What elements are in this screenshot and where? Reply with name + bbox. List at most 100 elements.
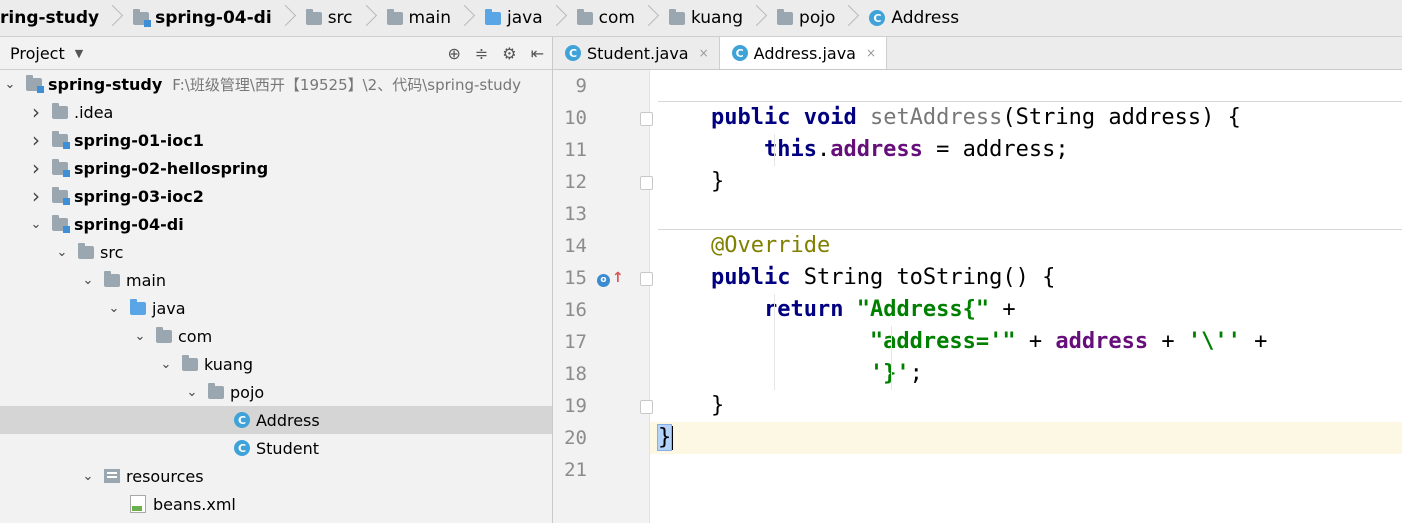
gear-icon[interactable]: ⚙ [502, 44, 516, 63]
indent-guide [774, 134, 775, 166]
breadcrumb-separator-icon [841, 0, 855, 36]
chevron-down-icon[interactable]: ⌄ [82, 469, 94, 484]
editor-tab[interactable]: C Student.java × [553, 37, 720, 69]
breadcrumb-item[interactable]: pojo [771, 0, 863, 36]
tree-item-label: spring-02-hellospring [74, 158, 269, 178]
editor-tab[interactable]: C Address.java × [719, 37, 888, 69]
tree-item[interactable]: ⌄ java [0, 294, 552, 322]
code-line[interactable] [650, 454, 1402, 486]
line-number: 13 [564, 203, 587, 225]
tree-item-label: pojo [230, 382, 265, 402]
chevron-down-icon[interactable]: ⌄ [30, 217, 42, 232]
chevron-down-icon[interactable]: ⌄ [108, 301, 120, 316]
override-method-icon[interactable]: o ↑ [597, 270, 624, 287]
breadcrumb-item[interactable]: ring-study [0, 0, 127, 36]
close-icon[interactable]: × [699, 46, 709, 60]
project-panel-title[interactable]: Project [10, 44, 65, 63]
folder-icon [305, 8, 322, 25]
code-line[interactable] [650, 198, 1402, 230]
chevron-right-icon[interactable]: › [30, 156, 42, 180]
chevron-down-icon[interactable]: ⌄ [186, 385, 198, 400]
line-number: 15 [564, 267, 587, 289]
chevron-down-icon[interactable]: ⌄ [82, 273, 94, 288]
line-number: 12 [564, 171, 587, 193]
chevron-down-icon[interactable]: ⌄ [4, 77, 16, 92]
code-line[interactable]: } [650, 166, 1402, 198]
tree-item-label: spring-04-di [74, 214, 184, 234]
code-editor[interactable]: C Student.java × C Address.java × 9 10 11 12 13 14… [553, 37, 1402, 523]
tree-item[interactable]: ⌄ spring-04-di [0, 210, 552, 238]
code-line[interactable]: public void setAddress(String address) { [650, 102, 1402, 134]
editor-gutter: 9 10 11 12 13 14 15 16 17 18 19 20 21 o ↑ [553, 70, 653, 523]
code-line-text: '}'; [869, 361, 923, 386]
hide-panel-icon[interactable]: ⇤ [531, 44, 544, 63]
tree-item[interactable]: ⌄ main [0, 266, 552, 294]
project-header[interactable]: Project ▼ ⊕ ≑ ⚙ ⇤ [0, 37, 552, 70]
chevron-down-icon[interactable]: ⌄ [160, 357, 172, 372]
code-line[interactable]: return "Address{" + [650, 294, 1402, 326]
text-caret [671, 426, 674, 450]
folder-icon [78, 242, 94, 259]
code-line-text: } [658, 393, 725, 418]
tree-item-label: Student [256, 438, 319, 458]
folder-icon [182, 354, 198, 371]
folder-icon [576, 8, 593, 25]
breadcrumb-label: main [408, 8, 451, 28]
chevron-down-icon[interactable]: ⌄ [56, 245, 68, 260]
breadcrumb-separator-icon [105, 0, 119, 36]
chevron-down-icon[interactable]: ⌄ [134, 329, 146, 344]
breadcrumb-item[interactable]: com [571, 0, 663, 36]
chevron-right-icon[interactable]: › [30, 100, 42, 124]
breadcrumb: ring-study spring-04-di src main java com kuan… [0, 0, 1402, 37]
breadcrumb-label: pojo [799, 8, 836, 28]
locate-icon[interactable]: ⊕ [447, 44, 460, 63]
breadcrumb-item[interactable]: src [300, 0, 381, 36]
breadcrumb-item[interactable]: kuang [663, 0, 771, 36]
tree-item[interactable]: ⌄ pojo [0, 378, 552, 406]
code-line-text: } [658, 169, 725, 194]
breadcrumb-separator-icon [278, 0, 292, 36]
code-line[interactable]: "address='" + address + '\'' + [650, 326, 1402, 358]
module-folder-icon [133, 8, 152, 27]
breadcrumb-label: Address [891, 8, 960, 28]
code-line[interactable]: this.address = address; [650, 134, 1402, 166]
tree-item[interactable]: ›CStudent [0, 434, 552, 462]
code-line[interactable]: } [650, 390, 1402, 422]
source-folder-icon [485, 8, 501, 25]
tree-item[interactable]: ›CAddress [0, 406, 552, 434]
tree-item[interactable]: ⌄ kuang [0, 350, 552, 378]
breadcrumb-item[interactable]: spring-04-di [127, 0, 300, 36]
tree-item[interactable]: › .idea [0, 98, 552, 126]
breadcrumb-separator-icon [359, 0, 373, 36]
breadcrumb-separator-icon [641, 0, 655, 36]
code-line-text: return "Address{" + [763, 297, 1016, 322]
chevron-right-icon[interactable]: › [30, 184, 42, 208]
tree-item[interactable]: ⌄ spring-study F:\班级管理\西开【19525】\2、代码\spri… [0, 70, 552, 98]
code-line[interactable]: '}'; [650, 358, 1402, 390]
code-line[interactable]: public String toString() { [650, 262, 1402, 294]
tree-item[interactable]: ⌄ com [0, 322, 552, 350]
tree-item[interactable]: › spring-03-ioc2 [0, 182, 552, 210]
chevron-right-icon[interactable]: › [30, 128, 42, 152]
line-number: 10 [564, 107, 587, 129]
breadcrumb-item[interactable]: java [479, 0, 571, 36]
tree-item[interactable]: ›beans.xml [0, 490, 552, 518]
chevron-down-icon[interactable]: ▼ [75, 47, 83, 60]
tree-item[interactable]: ⌄ src [0, 238, 552, 266]
code-line[interactable] [650, 70, 1402, 102]
line-number: 18 [564, 363, 587, 385]
breadcrumb-label: spring-04-di [155, 8, 272, 28]
close-icon[interactable]: × [866, 46, 876, 60]
xml-file-icon [130, 495, 146, 513]
tree-item[interactable]: › spring-02-hellospring [0, 154, 552, 182]
breadcrumb-item[interactable]: main [381, 0, 479, 36]
collapse-all-icon[interactable]: ≑ [475, 44, 488, 63]
code-line[interactable]: @Override [650, 230, 1402, 262]
breadcrumb-item[interactable]: C Address [863, 0, 967, 36]
tree-item-label: spring-03-ioc2 [74, 186, 204, 206]
code-area[interactable]: public void setAddress(String address) {… [650, 70, 1402, 523]
code-line[interactable]: } [650, 422, 1402, 454]
tree-item[interactable]: › spring-01-ioc1 [0, 126, 552, 154]
tree-item[interactable]: ⌄ resources [0, 462, 552, 490]
breadcrumb-label: kuang [690, 8, 744, 28]
